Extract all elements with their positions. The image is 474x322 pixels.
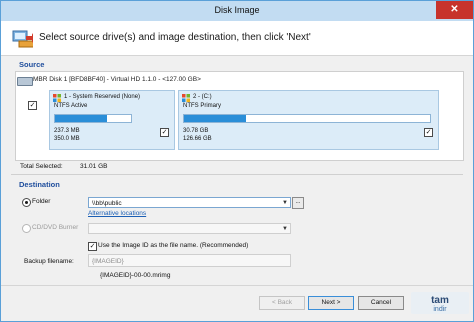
section-divider: [11, 174, 463, 175]
title-bar: Disk Image ✕: [1, 1, 473, 21]
header-instruction: Select source drive(s) and image destina…: [39, 32, 311, 43]
partition-2-checkbox[interactable]: ✓: [424, 128, 433, 137]
footer-divider: [1, 285, 473, 286]
source-section-label: Source: [19, 60, 45, 69]
partition-2-card[interactable]: 2 - (C:) NTFS Primary 30.78 GB 126.66 GB…: [178, 90, 439, 150]
disk-label: MBR Disk 1 [BFD8BF40] - Virtual HD 1.1.0…: [33, 76, 201, 83]
backup-filename-input[interactable]: {IMAGEID}: [88, 254, 291, 267]
chevron-down-icon[interactable]: ▼: [282, 198, 288, 209]
filename-preview: {IMAGEID}-00-00.mrimg: [100, 272, 171, 279]
partition-2-usage-fill: [184, 115, 246, 122]
windows-logo-icon: [182, 94, 190, 102]
folder-label: Folder: [32, 198, 51, 205]
use-image-id-checkbox[interactable]: ✓: [88, 242, 97, 251]
windows-logo-icon: [53, 94, 61, 102]
disk-checkbox[interactable]: ✓: [28, 101, 37, 110]
backup-filename-label: Backup filename:: [24, 258, 74, 265]
cd-dvd-label: CD/DVD Burner: [32, 224, 79, 231]
folder-path-value: \\bb\public: [92, 200, 122, 207]
folder-path-input[interactable]: \\bb\public ▼: [88, 197, 291, 208]
backup-filename-value: {IMAGEID}: [92, 258, 124, 265]
partition-1-checkbox[interactable]: ✓: [160, 128, 169, 137]
back-button[interactable]: < Back: [259, 296, 305, 310]
cd-dvd-dropdown[interactable]: ▼: [88, 223, 291, 234]
partition-1-usage-fill: [55, 115, 107, 122]
next-button[interactable]: Next >: [308, 296, 354, 310]
window-title: Disk Image: [214, 5, 260, 15]
browse-button[interactable]: ...: [292, 197, 304, 209]
close-button[interactable]: ✕: [436, 1, 473, 19]
partition-1-fs: NTFS Active: [54, 103, 88, 109]
partition-2-name: 2 - (C:): [193, 94, 212, 100]
folder-radio[interactable]: [22, 198, 31, 207]
disk-image-window: Disk Image ✕ Select source drive(s) and …: [0, 0, 474, 322]
partition-1-total: 350.0 MB: [54, 136, 80, 142]
partition-2-fs: NTFS Primary: [183, 103, 221, 109]
partition-1-used: 237.3 MB: [54, 128, 80, 134]
partition-2-usage-bar: [183, 114, 431, 123]
wizard-header: Select source drive(s) and image destina…: [1, 21, 473, 56]
chevron-down-icon[interactable]: ▼: [282, 224, 288, 235]
partition-1-usage-bar: [54, 114, 132, 123]
partition-1-card[interactable]: 1 - System Reserved (None) NTFS Active 2…: [49, 90, 175, 150]
total-selected-value: 31.01 GB: [80, 163, 108, 170]
use-image-id-label: Use the Image ID as the file name. (Reco…: [98, 242, 249, 249]
site-watermark-logo: tam indir: [411, 292, 469, 314]
partition-2-total: 126.66 GB: [183, 136, 212, 142]
svg-text:tam: tam: [431, 295, 449, 306]
svg-text:indir: indir: [433, 306, 447, 313]
wizard-icon: [12, 30, 33, 48]
alternative-locations-link[interactable]: Alternative locations: [88, 210, 146, 217]
partition-2-used: 30.78 GB: [183, 128, 209, 134]
hard-disk-icon: [17, 77, 33, 86]
total-selected-label: Total Selected:: [20, 163, 63, 170]
cd-dvd-radio[interactable]: [22, 224, 31, 233]
partition-1-name: 1 - System Reserved (None): [64, 94, 141, 100]
cancel-button[interactable]: Cancel: [358, 296, 404, 310]
destination-section-label: Destination: [19, 180, 60, 189]
